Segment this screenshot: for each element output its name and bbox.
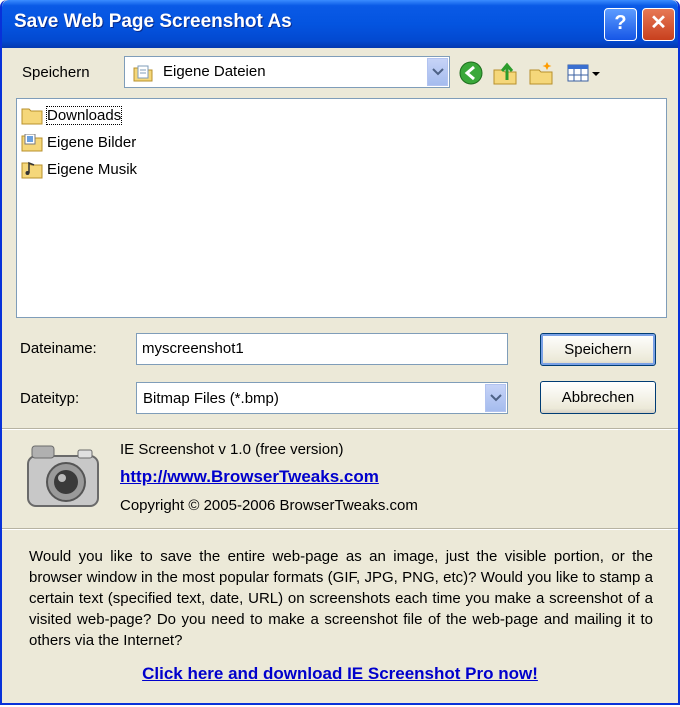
chevron-down-icon[interactable] (485, 384, 506, 412)
filetype-label: Dateityp: (20, 390, 80, 407)
save-in-dropdown[interactable]: Eigene Dateien (124, 56, 450, 88)
pictures-folder-icon (21, 134, 43, 152)
product-url-link[interactable]: http://www.BrowserTweaks.com (120, 467, 379, 487)
close-button[interactable]: ✕ (642, 8, 675, 41)
save-in-label: Speichern (22, 64, 90, 81)
file-item-label: Eigene Musik (47, 161, 138, 178)
save-dialog-window: Save Web Page Screenshot As ? ✕ Speicher… (0, 0, 680, 705)
filename-label: Dateiname: (20, 340, 97, 357)
divider (2, 529, 678, 530)
camera-icon (27, 445, 99, 507)
filetype-value: Bitmap Files (*.bmp) (143, 390, 279, 407)
help-button[interactable]: ? (604, 8, 637, 41)
view-menu-icon[interactable] (566, 60, 604, 86)
up-folder-icon[interactable] (492, 60, 518, 86)
save-button[interactable]: Speichern (540, 333, 656, 366)
file-list[interactable]: Downloads Eigene Bilder Eigene Musik (16, 98, 667, 318)
download-pro-link[interactable]: Click here and download IE Screenshot Pr… (142, 664, 538, 683)
window-title: Save Web Page Screenshot As (14, 11, 292, 32)
product-name: IE Screenshot v 1.0 (free version) (120, 441, 344, 458)
filetype-dropdown[interactable]: Bitmap Files (*.bmp) (136, 382, 508, 414)
divider (2, 429, 678, 430)
cancel-button[interactable]: Abbrechen (540, 381, 656, 414)
filename-input[interactable]: myscreenshot1 (136, 333, 508, 365)
music-folder-icon (21, 161, 43, 179)
chevron-down-icon[interactable] (427, 58, 448, 86)
file-item-label: Eigene Bilder (47, 134, 137, 151)
folder-icon (21, 108, 43, 125)
documents-folder-icon (133, 65, 153, 82)
copyright-text: Copyright © 2005-2006 BrowserTweaks.com (120, 497, 418, 514)
promo-text: Would you like to save the entire web-pa… (29, 548, 653, 649)
new-folder-icon[interactable] (528, 60, 554, 86)
title-bar[interactable]: Save Web Page Screenshot As ? ✕ (2, 0, 678, 48)
back-icon[interactable] (458, 60, 484, 86)
file-item-label: Downloads (45, 106, 123, 125)
promo-link-wrapper: Click here and download IE Screenshot Pr… (2, 664, 678, 684)
save-in-value: Eigene Dateien (163, 63, 266, 80)
